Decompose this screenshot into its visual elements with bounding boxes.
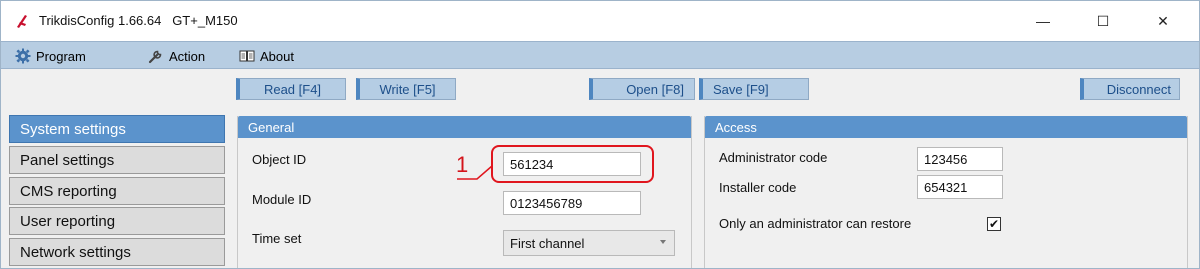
checkmark-icon: ✔ bbox=[988, 217, 1000, 231]
menu-bar: Program Action About bbox=[1, 41, 1199, 69]
menu-action-label: Action bbox=[169, 48, 206, 64]
minimize-button[interactable]: — bbox=[1020, 7, 1066, 35]
time-set-label: Time set bbox=[252, 231, 302, 246]
maximize-button[interactable]: ☐ bbox=[1080, 7, 1126, 35]
installer-code-label: Installer code bbox=[719, 180, 797, 195]
close-icon: ✕ bbox=[1157, 12, 1169, 29]
access-panel: Access Administrator code 123456 Install… bbox=[704, 116, 1188, 268]
sidebar-item-user-reporting[interactable]: User reporting bbox=[9, 207, 225, 235]
read-button[interactable]: Read [F4] bbox=[236, 78, 346, 100]
admin-restore-label: Only an administrator can restore bbox=[719, 216, 912, 231]
window-title: TrikdisConfig 1.66.64 GT+_M150 bbox=[39, 13, 238, 28]
time-set-value: First channel bbox=[510, 235, 585, 251]
time-set-select[interactable]: First channel bbox=[503, 230, 675, 256]
admin-restore-checkbox[interactable]: ✔ bbox=[987, 217, 1001, 231]
open-button[interactable]: Open [F8] bbox=[589, 78, 695, 100]
module-id-field[interactable]: 0123456789 bbox=[503, 191, 641, 215]
menu-program-label: Program bbox=[36, 48, 86, 64]
save-button[interactable]: Save [F9] bbox=[699, 78, 809, 100]
installer-code-field[interactable]: 654321 bbox=[917, 175, 1003, 199]
chevron-down-icon bbox=[660, 240, 666, 244]
access-panel-header: Access bbox=[705, 116, 1187, 138]
disconnect-button[interactable]: Disconnect bbox=[1080, 78, 1180, 100]
gear-icon bbox=[15, 48, 31, 64]
menu-about[interactable]: About bbox=[239, 47, 294, 65]
object-id-highlight bbox=[491, 145, 654, 183]
menu-about-label: About bbox=[260, 48, 294, 64]
minimize-icon: — bbox=[1036, 13, 1050, 29]
menu-action[interactable]: Action bbox=[148, 47, 205, 65]
callout-number: 1 bbox=[456, 152, 469, 177]
toolbar: Read [F4] Write [F5] Open [F8] Save [F9]… bbox=[1, 70, 1199, 108]
write-button[interactable]: Write [F5] bbox=[356, 78, 456, 100]
maximize-icon: ☐ bbox=[1096, 12, 1110, 29]
book-icon bbox=[239, 50, 255, 62]
sidebar-item-cms-reporting[interactable]: CMS reporting bbox=[9, 177, 225, 205]
wrench-icon bbox=[148, 50, 162, 64]
app-window: TrikdisConfig 1.66.64 GT+_M150 — ☐ ✕ Pro… bbox=[0, 0, 1200, 269]
sidebar-item-panel-settings[interactable]: Panel settings bbox=[9, 146, 225, 174]
title-bar: TrikdisConfig 1.66.64 GT+_M150 — ☐ ✕ bbox=[1, 1, 1199, 41]
administrator-code-label: Administrator code bbox=[719, 150, 828, 165]
sidebar-item-network-settings[interactable]: Network settings bbox=[9, 238, 225, 266]
general-panel: General Object ID 561234 Module ID 01234… bbox=[237, 116, 692, 268]
sidebar-item-system-settings[interactable]: System settings bbox=[9, 115, 225, 143]
general-panel-header: General bbox=[238, 116, 691, 138]
object-id-label: Object ID bbox=[252, 152, 307, 167]
administrator-code-field[interactable]: 123456 bbox=[917, 147, 1003, 171]
app-logo-icon bbox=[17, 15, 27, 28]
close-button[interactable]: ✕ bbox=[1140, 7, 1186, 35]
menu-program[interactable]: Program bbox=[15, 47, 86, 65]
module-id-label: Module ID bbox=[252, 192, 312, 207]
